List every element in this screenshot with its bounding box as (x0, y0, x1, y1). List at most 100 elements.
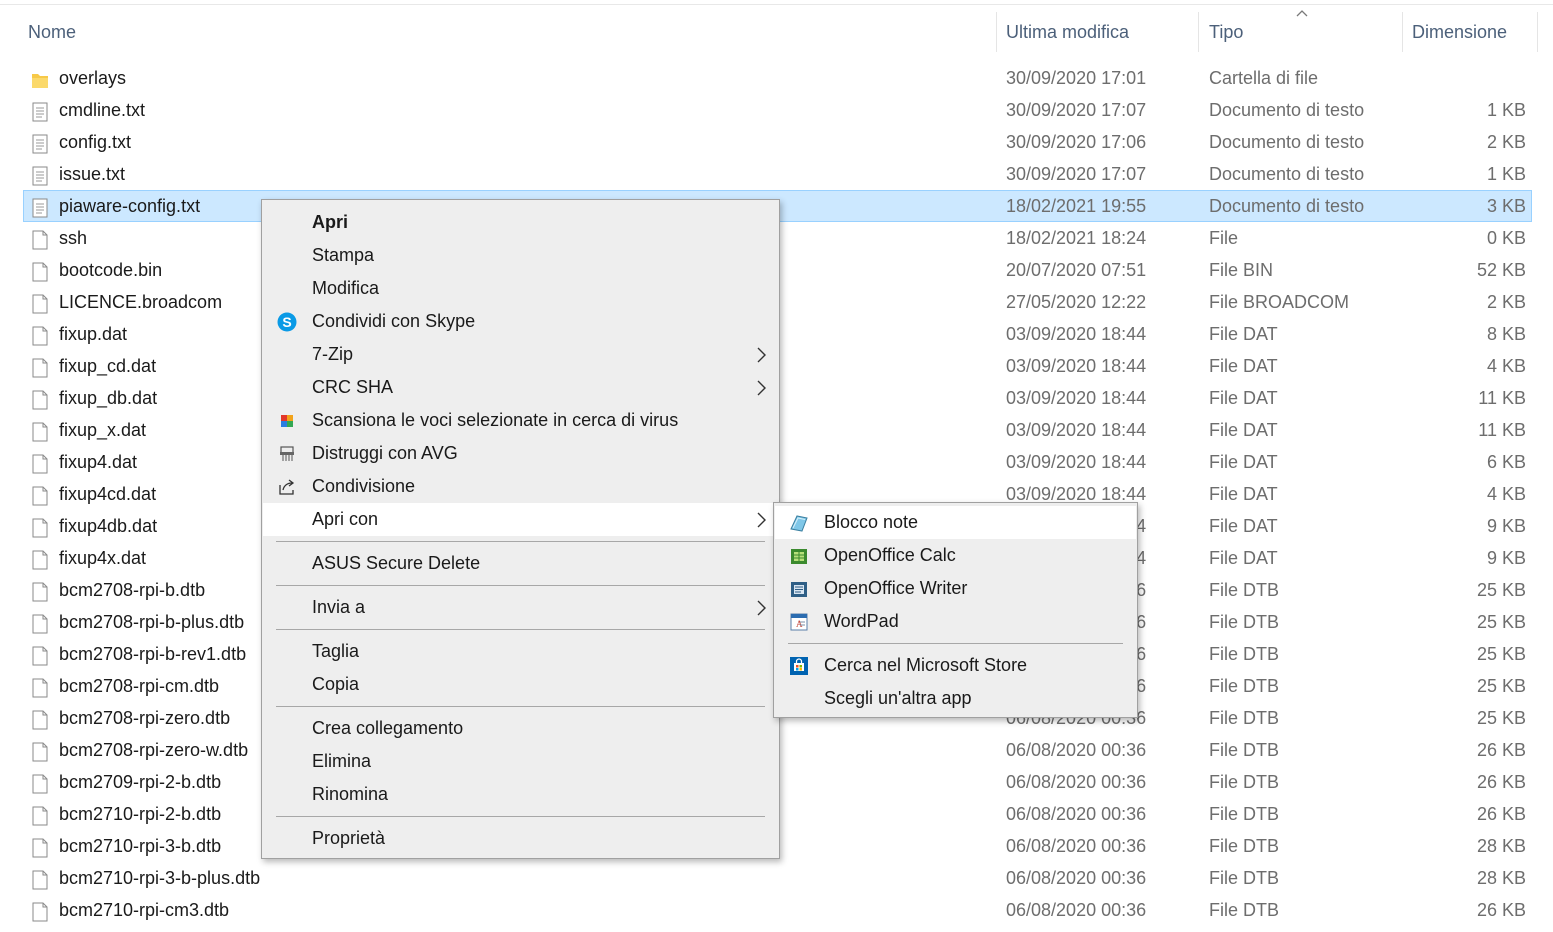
file-size: 4 KB (1486, 484, 1526, 504)
file-icon (31, 644, 49, 666)
file-size: 28 KB (1476, 868, 1526, 888)
file-modified: 03/09/2020 18:44 (1006, 420, 1147, 440)
file-row[interactable]: cmdline.txt 30/09/2020 17:07 Documento di … (23, 94, 1532, 126)
svg-text:S: S (282, 314, 291, 330)
column-separator[interactable] (1537, 12, 1538, 52)
menu-item-rename[interactable]: Rinomina (263, 778, 778, 811)
menu-item-label: ASUS Secure Delete (312, 553, 481, 573)
menu-item-share[interactable]: Condivisione (263, 470, 778, 503)
file-icon (31, 516, 49, 538)
file-modified: 06/08/2020 00:36 (1006, 868, 1147, 888)
menu-item-shred[interactable]: Distruggi con AVG (263, 437, 778, 470)
file-row[interactable]: config.txt 30/09/2020 17:06 Documento di t… (23, 126, 1532, 158)
sort-ascending-icon (1296, 10, 1308, 17)
open-with-openoffice-writer[interactable]: OpenOffice Writer (775, 572, 1136, 605)
menu-item-asus-secure-delete[interactable]: ASUS Secure Delete (263, 547, 778, 580)
column-separator[interactable] (1198, 12, 1199, 52)
file-size: 25 KB (1476, 612, 1526, 632)
file-size: 9 KB (1486, 548, 1526, 568)
column-header-type[interactable]: Tipo (1209, 12, 1243, 52)
file-icon (31, 580, 49, 602)
file-type: File DTB (1209, 708, 1280, 728)
menu-item-label: Copia (312, 674, 360, 694)
column-header-name[interactable]: Nome (28, 12, 76, 52)
file-size: 9 KB (1486, 516, 1526, 536)
file-row[interactable]: issue.txt 30/09/2020 17:07 Documento di te… (23, 158, 1532, 190)
file-type: File DTB (1209, 868, 1280, 888)
column-header-modified[interactable]: Ultima modifica (1006, 12, 1129, 52)
menu-item-7zip[interactable]: 7-Zip (263, 338, 778, 371)
menu-item-label: Apri (312, 212, 348, 232)
file-icon (31, 740, 49, 762)
file-type: File DAT (1209, 388, 1278, 408)
file-modified: 06/08/2020 00:36 (1006, 772, 1147, 792)
file-row[interactable]: bcm2710-rpi-3-b-plus.dtb 06/08/2020 00:36… (23, 862, 1532, 894)
file-type: Documento di testo (1209, 132, 1365, 152)
column-header-size[interactable]: Dimensione (1412, 12, 1507, 52)
menu-item-copy[interactable]: Copia (263, 668, 778, 701)
menu-item-scan-virus[interactable]: Scansiona le voci selezionate in cerca d… (263, 404, 778, 437)
menu-item-properties[interactable]: Proprietà (263, 822, 778, 855)
file-name: bcm2708-rpi-b.dtb (59, 580, 206, 600)
menu-separator (276, 585, 765, 586)
file-name: overlays (59, 68, 127, 88)
file-modified: 30/09/2020 17:06 (1006, 132, 1147, 152)
file-modified: 06/08/2020 00:36 (1006, 740, 1147, 760)
file-name: cmdline.txt (59, 100, 146, 120)
menu-item-label: OpenOffice Calc (824, 545, 956, 565)
file-type: File BROADCOM (1209, 292, 1350, 312)
column-separator[interactable] (996, 12, 997, 52)
file-icon (31, 420, 49, 442)
open-with-choose-another-app[interactable]: Scegli un'altra app (775, 682, 1136, 715)
menu-item-delete[interactable]: Elimina (263, 745, 778, 778)
context-menu: Apri Stampa Modifica S Condividi con Sky… (261, 199, 780, 859)
menu-separator (276, 629, 765, 630)
file-name: LICENCE.broadcom (59, 292, 223, 312)
file-type: File DAT (1209, 548, 1278, 568)
file-type: File DAT (1209, 324, 1278, 344)
open-with-wordpad[interactable]: A WordPad (775, 605, 1136, 638)
file-size: 3 KB (1486, 196, 1526, 216)
menu-item-label: Apri con (312, 509, 379, 529)
file-type: File DTB (1209, 644, 1280, 664)
menu-item-crc-sha[interactable]: CRC SHA (263, 371, 778, 404)
file-name: fixup_db.dat (59, 388, 158, 408)
file-row[interactable]: overlays 30/09/2020 17:01 Cartella di file (23, 62, 1532, 94)
menu-item-open-with[interactable]: Apri con (263, 503, 778, 536)
open-with-notepad[interactable]: Blocco note (775, 506, 1136, 539)
microsoft-store-icon (790, 657, 808, 675)
menu-item-print[interactable]: Stampa (263, 239, 778, 272)
file-type: Documento di testo (1209, 164, 1365, 184)
file-row[interactable]: bcm2710-rpi-cm3.dtb 06/08/2020 00:36 File … (23, 894, 1532, 926)
file-type: File DTB (1209, 740, 1280, 760)
open-with-microsoft-store[interactable]: Cerca nel Microsoft Store (775, 649, 1136, 682)
file-name: fixup4db.dat (59, 516, 158, 536)
file-icon (31, 612, 49, 634)
file-size: 26 KB (1476, 772, 1526, 792)
file-modified: 18/02/2021 18:24 (1006, 228, 1147, 248)
file-size: 6 KB (1486, 452, 1526, 472)
file-icon (31, 484, 49, 506)
column-separator[interactable] (1402, 12, 1403, 52)
menu-item-send-to[interactable]: Invia a (263, 591, 778, 624)
file-size: 26 KB (1476, 804, 1526, 824)
file-name: ssh (59, 228, 88, 248)
menu-item-cut[interactable]: Taglia (263, 635, 778, 668)
file-name: bcm2710-rpi-3-b-plus.dtb (59, 868, 261, 888)
menu-item-share-skype[interactable]: S Condividi con Skype (263, 305, 778, 338)
file-name: bcm2709-rpi-2-b.dtb (59, 772, 222, 792)
menu-item-label: Taglia (312, 641, 360, 661)
file-name: bcm2710-rpi-3-b.dtb (59, 836, 222, 856)
file-type: File BIN (1209, 260, 1274, 280)
chevron-right-icon (757, 512, 766, 528)
file-name: bcm2708-rpi-zero.dtb (59, 708, 231, 728)
menu-item-create-shortcut[interactable]: Crea collegamento (263, 712, 778, 745)
menu-item-open[interactable]: Apri (263, 206, 778, 239)
menu-item-label: Blocco note (824, 512, 919, 532)
file-icon (31, 292, 49, 314)
file-size: 25 KB (1476, 708, 1526, 728)
open-with-openoffice-calc[interactable]: OpenOffice Calc (775, 539, 1136, 572)
menu-item-edit[interactable]: Modifica (263, 272, 778, 305)
file-type: File DTB (1209, 772, 1280, 792)
file-type: Documento di testo (1209, 100, 1365, 120)
